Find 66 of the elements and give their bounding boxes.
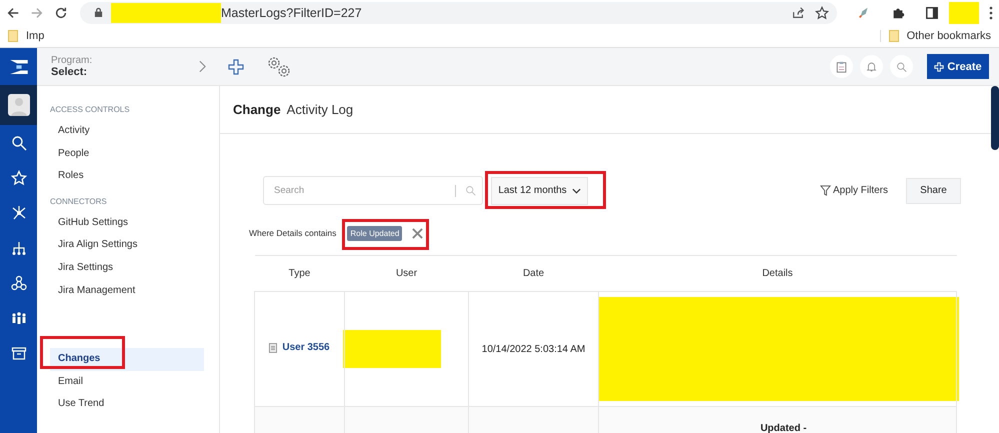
clipboard-icon [836, 60, 847, 72]
section-heading: CONNECTORS [50, 196, 108, 206]
avatar-icon[interactable] [8, 94, 30, 116]
sidebar-item[interactable]: Activity [50, 120, 204, 143]
sidebar-item[interactable]: Jira Align Settings [50, 234, 204, 257]
section-heading: ACCESS CONTROLS [50, 105, 131, 114]
side-panel-icon[interactable] [925, 6, 939, 20]
notification-button[interactable] [860, 55, 883, 78]
sidebar-item[interactable]: Roles [50, 165, 204, 188]
column-header: Details [598, 256, 956, 292]
hierarchy-icon[interactable] [10, 240, 26, 256]
filter-icon [820, 185, 831, 196]
star-icon[interactable] [815, 6, 829, 20]
reload-icon[interactable] [54, 6, 68, 20]
share-icon[interactable] [791, 6, 805, 20]
user-link[interactable]: User 3556 [269, 342, 330, 354]
other-bookmarks[interactable]: Other bookmarks [880, 30, 991, 42]
column-header: Date [468, 256, 598, 292]
search-icon [896, 60, 907, 72]
sidebar-item[interactable]: Changes [50, 348, 204, 371]
search-input[interactable]: Search [272, 184, 455, 197]
date-range-dropdown[interactable]: Last 12 months [491, 176, 588, 204]
archive-icon[interactable] [10, 345, 26, 361]
table-cell: Updated - [760, 422, 807, 433]
apply-filters-button[interactable]: Apply Filters [820, 185, 888, 196]
page-title: Change [233, 102, 281, 117]
back-icon[interactable] [6, 6, 20, 20]
sidebar-item[interactable]: Jira Settings [50, 256, 204, 280]
sidebar-item[interactable]: Use Trend [50, 393, 204, 416]
address-bar[interactable]: MasterLogs?FilterID=227 [80, 2, 837, 24]
column-header: User [344, 256, 468, 292]
sidebar-item[interactable]: Jira Management [50, 280, 204, 302]
nodes-icon[interactable] [10, 275, 26, 291]
table-cell: 10/14/2022 5:03:14 AM [482, 344, 586, 354]
plus-icon [934, 62, 944, 72]
chevron-down-icon [572, 188, 581, 194]
page-title: Activity Log [286, 102, 354, 117]
bell-icon [866, 60, 877, 72]
filter-label: Where Details contains [249, 228, 336, 238]
filter-tag: Role Updated [347, 226, 402, 240]
gears-icon[interactable] [266, 54, 292, 78]
lock-icon [94, 7, 103, 18]
close-icon[interactable] [412, 228, 424, 238]
network-icon[interactable] [10, 205, 26, 221]
scrollbar[interactable] [991, 86, 999, 150]
sidebar-item[interactable]: People [50, 142, 204, 166]
redaction-mark [949, 2, 979, 24]
sidebar-item[interactable]: GitHub Settings [50, 212, 204, 234]
url-text: MasterLogs?FilterID=227 [221, 6, 362, 20]
program-label: Program: [51, 55, 94, 66]
bookmark[interactable]: Imp [8, 30, 44, 42]
search-field[interactable]: Search [263, 176, 483, 205]
column-header: Type [254, 256, 344, 292]
sidebar-item[interactable]: Email [50, 370, 204, 394]
program-select[interactable]: Select: [51, 66, 199, 78]
share-button[interactable]: Share [906, 178, 961, 204]
document-icon [269, 342, 278, 353]
team-icon[interactable] [10, 310, 26, 326]
plus-icon[interactable] [228, 58, 244, 74]
logo-icon[interactable] [10, 60, 28, 74]
chevron-right-icon[interactable] [199, 60, 206, 73]
puzzle-icon[interactable] [891, 6, 905, 20]
create-button[interactable]: Create [927, 54, 989, 79]
clipboard-button[interactable] [830, 55, 853, 78]
menu-icon[interactable] [989, 6, 993, 20]
search-icon[interactable] [10, 135, 26, 151]
